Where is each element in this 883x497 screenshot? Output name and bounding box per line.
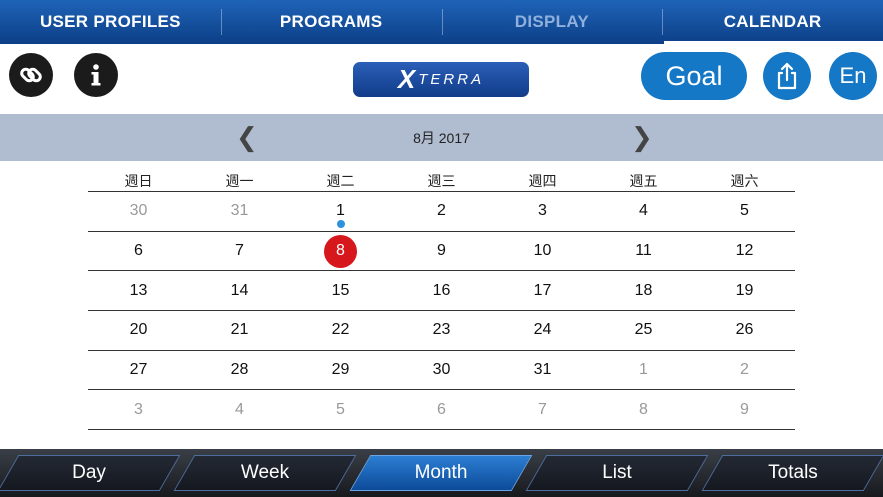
calendar-day[interactable]: 21 xyxy=(189,311,290,350)
tab-programs[interactable]: PROGRAMS xyxy=(220,0,442,44)
calendar-day[interactable]: 28 xyxy=(189,351,290,390)
calendar-day[interactable]: 10 xyxy=(492,232,593,271)
week-view-button[interactable]: Week xyxy=(173,455,357,491)
calendar-day[interactable]: 30 xyxy=(88,192,189,231)
link-button[interactable] xyxy=(9,53,53,97)
calendar-day[interactable]: 25 xyxy=(593,311,694,350)
info-button[interactable] xyxy=(74,53,118,97)
calendar-day[interactable]: 5 xyxy=(290,390,391,429)
tab-user-profiles[interactable]: USER PROFILES xyxy=(0,0,221,44)
calendar-day[interactable]: 3 xyxy=(88,390,189,429)
tab-calendar[interactable]: CALENDAR xyxy=(662,0,883,44)
calendar-day[interactable]: 7 xyxy=(492,390,593,429)
month-calendar: 週日 週一 週二 週三 週四 週五 週六 30 31 1 2 3 4 5 6 7… xyxy=(88,170,795,431)
share-icon xyxy=(777,62,797,90)
weekday-fri: 週五 xyxy=(629,173,658,189)
day-view-button[interactable]: Day xyxy=(0,455,181,491)
calendar-day[interactable]: 9 xyxy=(391,232,492,271)
calendar-day[interactable]: 11 xyxy=(593,232,694,271)
toolbar: X TERRA Goal En xyxy=(0,44,883,114)
calendar-day[interactable]: 30 xyxy=(391,351,492,390)
calendar-day[interactable]: 24 xyxy=(492,311,593,350)
goal-label: Goal xyxy=(665,60,723,91)
calendar-week: 27 28 29 30 31 1 2 xyxy=(88,351,795,391)
calendar-day[interactable]: 8 xyxy=(593,390,694,429)
calendar-day[interactable]: 6 xyxy=(88,232,189,271)
logo-text: TERRA xyxy=(418,71,485,88)
calendar-day[interactable]: 12 xyxy=(694,232,795,271)
weekday-sun: 週日 xyxy=(124,173,153,189)
calendar-day[interactable]: 26 xyxy=(694,311,795,350)
calendar-day[interactable]: 1 xyxy=(593,351,694,390)
calendar-day[interactable]: 31 xyxy=(189,192,290,231)
language-button[interactable]: En xyxy=(829,52,877,100)
calendar-week: 30 31 1 2 3 4 5 xyxy=(88,192,795,232)
calendar-day[interactable]: 31 xyxy=(492,351,593,390)
share-button[interactable] xyxy=(763,52,811,100)
top-navigation: USER PROFILES PROGRAMS DISPLAY CALENDAR xyxy=(0,0,883,44)
calendar-day[interactable]: 22 xyxy=(290,311,391,350)
calendar-day[interactable]: 20 xyxy=(88,311,189,350)
totals-view-button[interactable]: Totals xyxy=(701,455,883,491)
calendar-week: 6 7 8 9 10 11 12 xyxy=(88,232,795,272)
language-label: En xyxy=(839,63,867,88)
calendar-day[interactable]: 2 xyxy=(391,192,492,231)
weekday-sat: 週六 xyxy=(730,173,759,189)
weekday-thu: 週四 xyxy=(528,173,557,189)
calendar-day[interactable]: 6 xyxy=(391,390,492,429)
calendar-day[interactable]: 3 xyxy=(492,192,593,231)
next-month-button[interactable]: ❯ xyxy=(631,122,653,153)
weekday-mon: 週一 xyxy=(225,173,254,189)
logo-mark: X xyxy=(397,64,416,94)
month-label: 8月 2017 xyxy=(413,129,470,146)
goal-button[interactable]: Goal xyxy=(641,52,747,100)
calendar-day[interactable]: 17 xyxy=(492,271,593,310)
calendar-day[interactable]: 13 xyxy=(88,271,189,310)
calendar-day[interactable]: 14 xyxy=(189,271,290,310)
calendar-day[interactable]: 16 xyxy=(391,271,492,310)
calendar-day[interactable]: 4 xyxy=(189,390,290,429)
calendar-day[interactable]: 19 xyxy=(694,271,795,310)
weekday-wed: 週三 xyxy=(427,173,456,189)
event-dot xyxy=(336,219,345,228)
calendar-day[interactable]: 27 xyxy=(88,351,189,390)
link-icon xyxy=(20,67,42,83)
tab-display[interactable]: DISPLAY xyxy=(441,0,663,44)
month-view-button[interactable]: Month xyxy=(349,455,533,491)
weekday-header: 週日 週一 週二 週三 週四 週五 週六 xyxy=(88,170,795,192)
calendar-day[interactable]: 23 xyxy=(391,311,492,350)
calendar-day[interactable]: 29 xyxy=(290,351,391,390)
weekday-tue: 週二 xyxy=(326,173,355,189)
calendar-day[interactable]: 15 xyxy=(290,271,391,310)
calendar-day-today[interactable]: 8 xyxy=(290,232,391,271)
calendar-week: 20 21 22 23 24 25 26 xyxy=(88,311,795,351)
xterra-logo: X TERRA xyxy=(353,62,529,97)
prev-month-button[interactable]: ❮ xyxy=(236,122,258,153)
calendar-day[interactable]: 4 xyxy=(593,192,694,231)
calendar-day[interactable]: 7 xyxy=(189,232,290,271)
calendar-day[interactable]: 2 xyxy=(694,351,795,390)
month-header: ❮ 8月 2017 ❯ xyxy=(0,114,883,161)
calendar-week: 13 14 15 16 17 18 19 xyxy=(88,271,795,312)
calendar-day[interactable]: 1 xyxy=(290,192,391,231)
list-view-button[interactable]: List xyxy=(525,455,709,491)
calendar-day[interactable]: 18 xyxy=(593,271,694,310)
info-icon xyxy=(91,64,101,86)
calendar-day[interactable]: 5 xyxy=(694,192,795,231)
calendar-day[interactable]: 9 xyxy=(694,390,795,429)
view-mode-bar: Day Week Month List Totals xyxy=(0,449,883,497)
calendar-week: 3 4 5 6 7 8 9 xyxy=(88,390,795,431)
